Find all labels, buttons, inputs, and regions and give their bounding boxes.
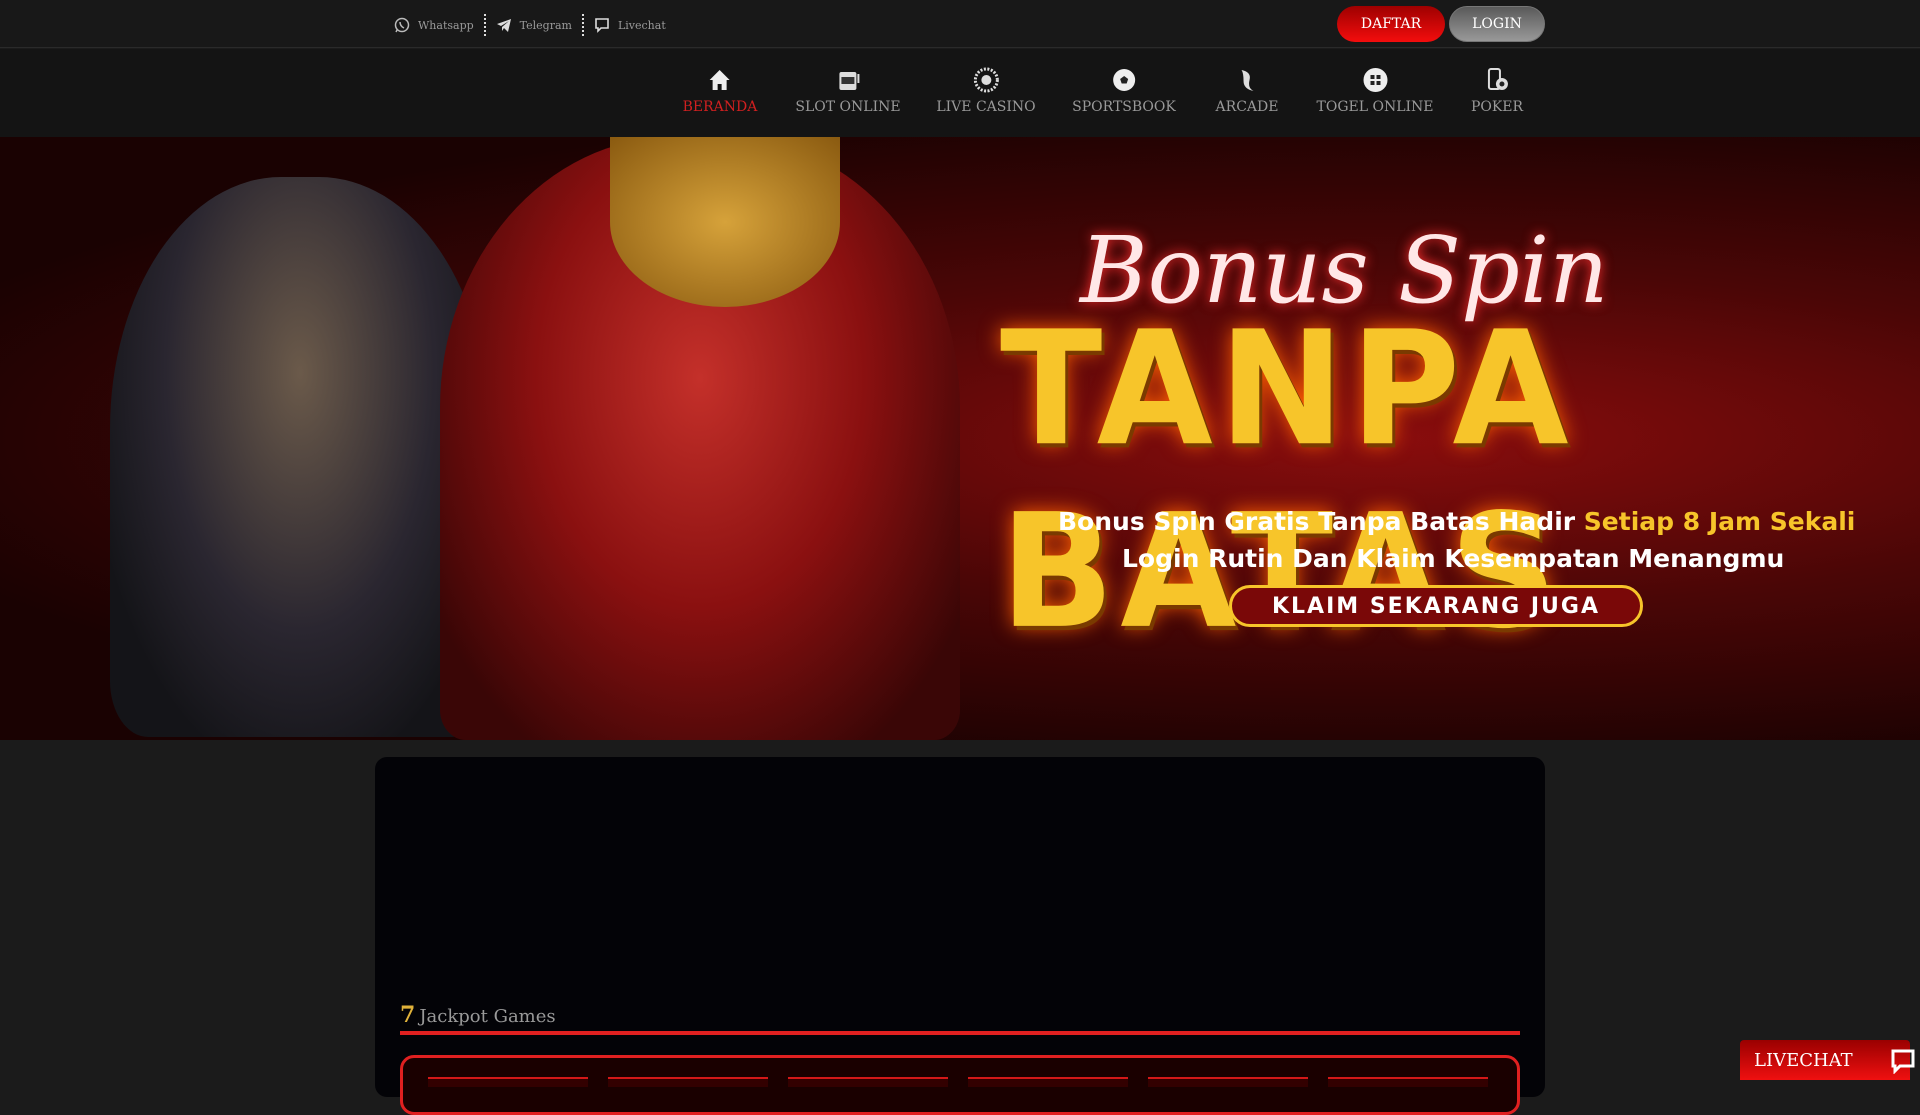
banner-tagline: Login Rutin Dan Klaim Kesempatan Menangm… — [1122, 544, 1785, 573]
nav-beranda[interactable]: BERANDA — [682, 67, 758, 115]
nav-label: SLOT ONLINE — [795, 99, 901, 115]
banner-subtitle-highlight: Setiap 8 Jam Sekali — [1583, 507, 1856, 536]
samurai-illustration-left — [110, 177, 490, 737]
livechat-label: Livechat — [617, 18, 666, 32]
chat-bubble-icon — [1891, 1049, 1915, 1074]
nav-slot-online[interactable]: SLOT ONLINE — [795, 67, 901, 115]
nav-togel-online[interactable]: TOGEL ONLINE — [1317, 67, 1434, 115]
nav-sportsbook[interactable]: SPORTSBOOK — [1072, 67, 1176, 115]
nav-arcade[interactable]: ARCADE — [1215, 67, 1279, 115]
game-card[interactable] — [608, 1077, 768, 1087]
jackpot-heading: 7 Jackpot Games — [400, 1002, 556, 1028]
promo-banner[interactable]: Bonus Spin TANPA BATAS Bonus Spin Gratis… — [0, 137, 1920, 740]
livechat-widget-label: LIVECHAT — [1754, 1049, 1853, 1071]
poker-icon — [1488, 68, 1508, 90]
nav-label: LIVE CASINO — [936, 99, 1036, 115]
nav-live-casino[interactable]: LIVE CASINO — [936, 67, 1036, 115]
livechat-widget-button[interactable]: LIVECHAT — [1740, 1040, 1915, 1080]
game-card[interactable] — [968, 1077, 1128, 1087]
lottery-icon — [1363, 68, 1387, 92]
whatsapp-label: Whatsapp — [418, 18, 474, 32]
soccer-ball-icon — [1113, 69, 1135, 91]
nav-poker[interactable]: POKER — [1471, 67, 1523, 115]
claim-now-button[interactable]: KLAIM SEKARANG JUGA — [1229, 585, 1643, 627]
banner-subtitle: Bonus Spin Gratis Tanpa Batas Hadir Seti… — [1058, 507, 1855, 536]
samurai-helmet-illustration — [610, 137, 840, 307]
jackpot-games-panel — [400, 1055, 1520, 1115]
seven-icon: 7 — [400, 1002, 416, 1028]
nav-label: ARCADE — [1215, 99, 1279, 115]
fish-icon — [1241, 70, 1254, 91]
top-bar: Whatsapp Telegram Livechat DAFTAR LOGIN — [0, 0, 1920, 48]
nav-label: POKER — [1470, 99, 1524, 115]
slot-machine-icon — [839, 72, 859, 90]
daftar-button[interactable]: DAFTAR — [1337, 6, 1445, 42]
whatsapp-link[interactable]: Whatsapp — [384, 17, 484, 33]
divider — [400, 1031, 1520, 1035]
roulette-icon — [973, 67, 999, 93]
game-card[interactable] — [1148, 1077, 1308, 1087]
jackpot-title: Jackpot Games — [419, 1006, 556, 1027]
main-nav: BERANDA SLOT ONLINE LIVE CASINO SPORTSBO… — [0, 49, 1920, 137]
nav-label: SPORTSBOOK — [1072, 99, 1176, 115]
home-icon — [710, 70, 730, 90]
livechat-link[interactable]: Livechat — [584, 17, 676, 33]
telegram-link[interactable]: Telegram — [486, 17, 582, 33]
main-content: 7 Jackpot Games — [375, 757, 1545, 1115]
nav-label: TOGEL ONLINE — [1316, 99, 1434, 115]
nav-label: BERANDA — [682, 99, 758, 115]
game-card[interactable] — [1328, 1077, 1488, 1087]
contact-links: Whatsapp Telegram Livechat — [384, 14, 676, 36]
telegram-label: Telegram — [519, 18, 572, 32]
chat-icon — [595, 18, 609, 33]
banner-subtitle-text: Bonus Spin Gratis Tanpa Batas Hadir — [1058, 507, 1584, 536]
telegram-icon — [496, 19, 511, 32]
whatsapp-icon — [394, 17, 410, 33]
game-card[interactable] — [788, 1077, 948, 1087]
login-button[interactable]: LOGIN — [1449, 6, 1545, 42]
game-card[interactable] — [428, 1077, 588, 1087]
